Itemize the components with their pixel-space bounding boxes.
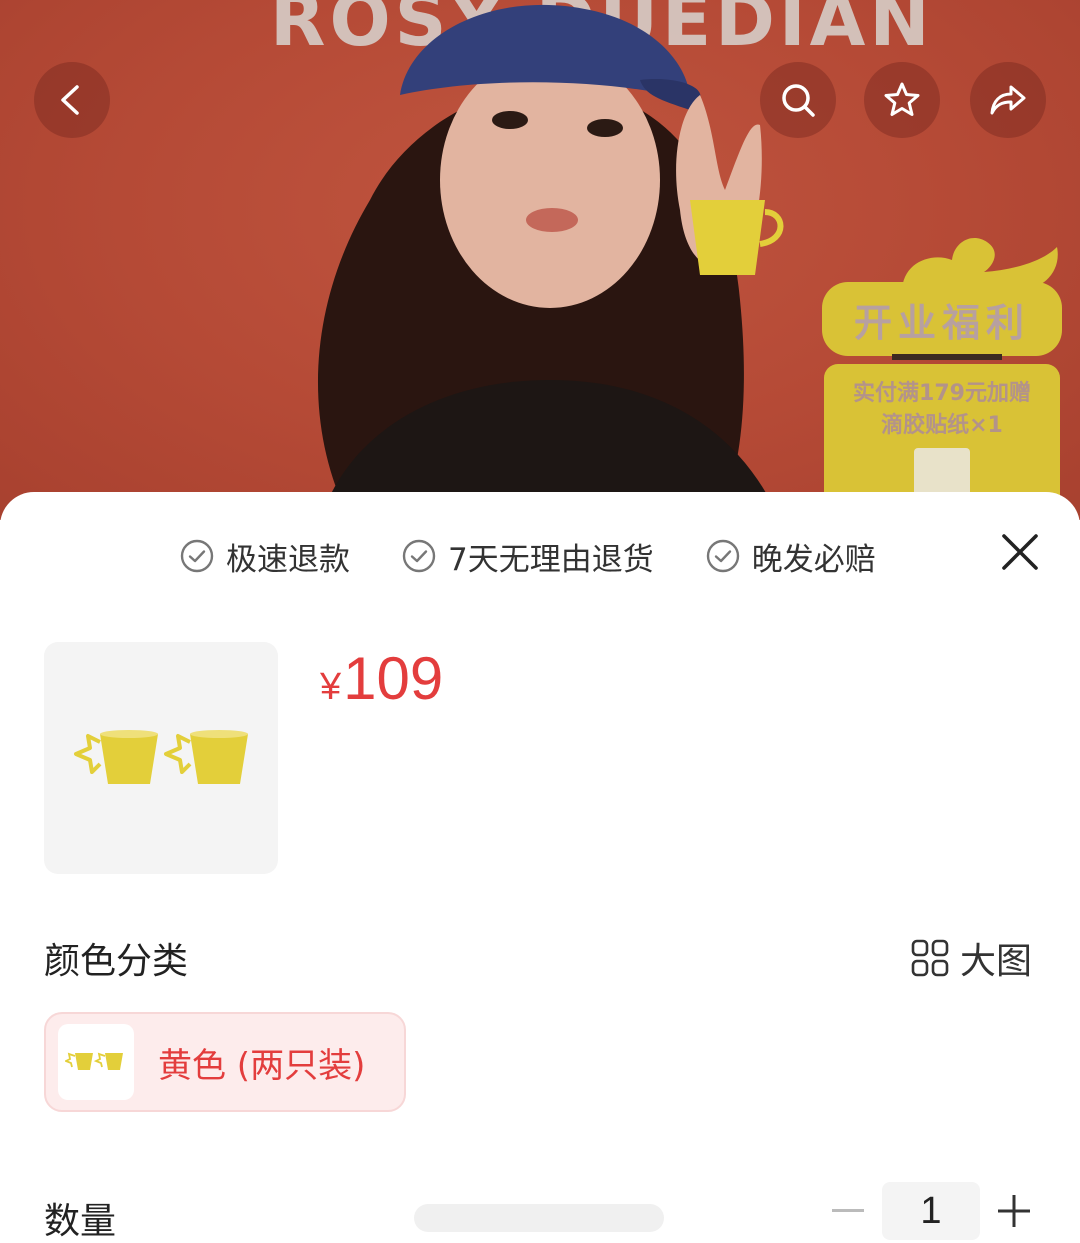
guarantee-late-compensation: 晚发必赔	[706, 534, 876, 579]
check-circle-icon	[180, 539, 214, 573]
decrease-button[interactable]	[828, 1191, 868, 1231]
search-icon	[782, 84, 815, 117]
guarantee-label: 晚发必赔	[751, 541, 876, 578]
share-icon	[990, 85, 1026, 115]
promo-badge: 开业福利 实付满179元加赠 滴胶贴纸×1	[822, 238, 1062, 520]
grid-icon	[911, 939, 949, 977]
model-photo	[318, 4, 784, 520]
guarantee-label: 极速退款	[226, 541, 350, 578]
service-guarantees: 极速退款 7天无理由退货 晚发必赔	[180, 534, 928, 579]
check-circle-icon	[706, 539, 739, 573]
close-icon[interactable]	[1000, 532, 1040, 572]
quantity-stepper: 1	[828, 1182, 1034, 1240]
share-button[interactable]	[970, 62, 1046, 138]
search-button[interactable]	[760, 62, 836, 138]
color-option-yellow-2pack[interactable]: 黄色 (两只装)	[44, 1012, 406, 1112]
product-thumbnail[interactable]	[44, 642, 278, 874]
quantity-label: 数量	[44, 1201, 117, 1242]
favorite-button[interactable]	[864, 62, 940, 138]
option-label: 黄色 (两只装)	[158, 1045, 366, 1086]
price-currency: ¥	[320, 666, 342, 708]
quantity-value[interactable]: 1	[882, 1182, 980, 1240]
color-category-title: 颜色分类	[44, 941, 189, 982]
yellow-cups-image	[65, 1052, 123, 1070]
check-circle-icon	[402, 539, 436, 573]
promo-title: 开业福利	[822, 282, 1062, 356]
guarantee-fast-refund: 极速退款	[180, 534, 350, 579]
star-icon	[884, 82, 920, 116]
sticker-image	[914, 448, 970, 498]
back-icon	[61, 85, 79, 115]
price-amount: 109	[343, 645, 444, 712]
back-button[interactable]	[34, 62, 110, 138]
big-view-label: 大图	[959, 941, 1032, 982]
product-hero-image: ROSY DUEDIAN 开业福利 实付满179元加赠 滴胶贴纸×1	[0, 0, 1080, 520]
increase-button[interactable]	[994, 1191, 1034, 1231]
promo-divider	[892, 354, 1002, 360]
guarantee-7day-return: 7天无理由退货	[402, 534, 654, 579]
yellow-cups-image	[74, 730, 248, 784]
guarantee-label: 7天无理由退货	[448, 541, 654, 578]
big-view-button[interactable]: 大图	[910, 932, 1032, 984]
promo-line-2: 滴胶贴纸×1	[881, 413, 1003, 438]
promo-line-1: 实付满179元加赠	[853, 381, 1031, 406]
watermark	[414, 1204, 664, 1232]
plus-icon	[998, 1195, 1030, 1227]
sku-selection-sheet: 极速退款 7天无理由退货 晚发必赔 ¥ 109 颜色分类 大图 黄色 (两只装)…	[0, 492, 1080, 1243]
minus-icon	[832, 1209, 864, 1212]
product-price: ¥ 109	[320, 644, 443, 713]
option-thumbnail	[58, 1024, 134, 1100]
